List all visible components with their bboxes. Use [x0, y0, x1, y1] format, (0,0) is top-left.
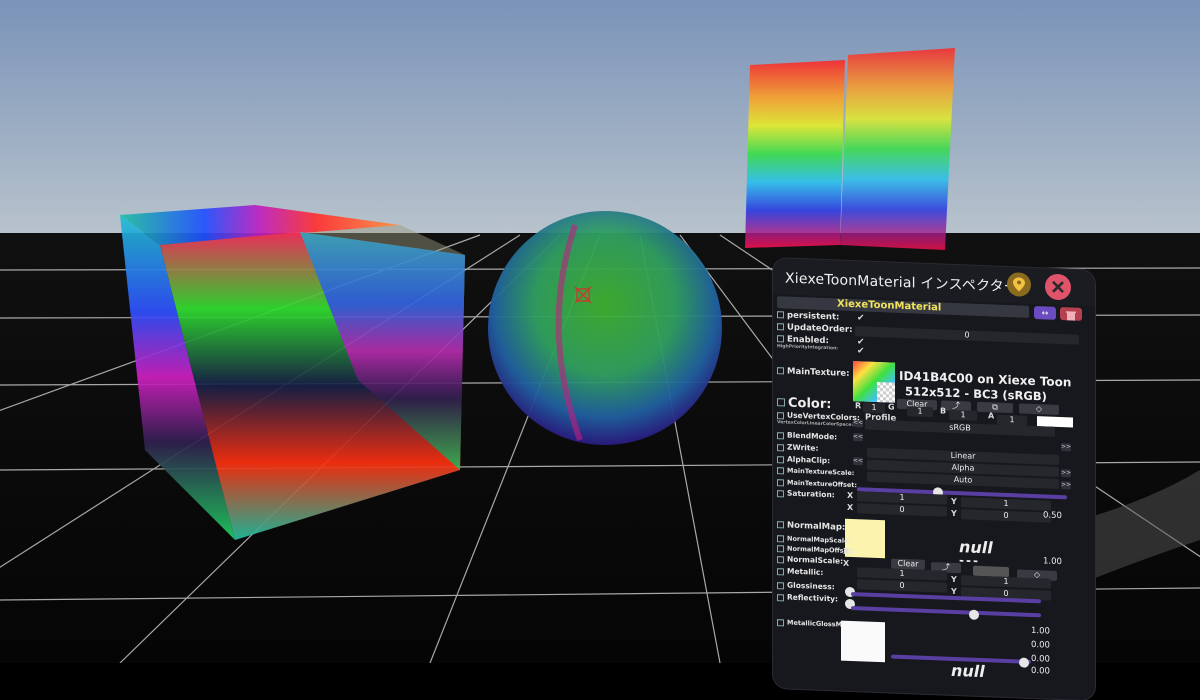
sky — [0, 0, 1200, 235]
reflectivity-slider-knob[interactable] — [969, 609, 979, 620]
main-texture-offset-label: MainTextureOffset: — [777, 478, 857, 489]
scale-x-axis-label: X — [847, 490, 854, 501]
rainbow-sphere[interactable] — [488, 211, 722, 445]
blend-mode-next-arrow[interactable]: >> — [1061, 443, 1071, 452]
metallic-value: 1.00 — [1031, 625, 1050, 637]
g-channel-label: G — [888, 402, 895, 412]
trash-icon[interactable] — [1060, 307, 1082, 321]
glossiness-value: 0.00 — [1031, 639, 1050, 651]
b-channel-label: B — [940, 406, 947, 416]
scale-y-axis-label: Y — [951, 496, 957, 507]
texture-paste-button[interactable]: ◇ — [1019, 403, 1059, 415]
pin-icon[interactable] — [1007, 271, 1031, 297]
glossiness-label: Glossiness: — [777, 580, 835, 591]
metallic-gloss-map-thumbnail[interactable] — [841, 620, 885, 663]
offset-x-axis-label: X — [847, 502, 854, 513]
offset-y-field[interactable]: 0 — [961, 509, 1051, 523]
high-priority-checkbox[interactable]: ✔ — [857, 346, 865, 356]
close-icon[interactable] — [1045, 273, 1071, 301]
center-cursor-icon — [574, 286, 592, 304]
main-texture-scale-label: MainTextureScale: — [777, 466, 854, 477]
metallic-label: Metallic: — [777, 566, 823, 577]
main-texture-label: MainTexture: — [777, 366, 850, 379]
normal-map-label: NormalMap: — [777, 520, 845, 533]
reflectivity-label: Reflectivity: — [777, 592, 838, 603]
extra-slider-value: 0.00 — [1031, 665, 1050, 677]
texture-copy-button[interactable]: ⧉ — [977, 401, 1013, 414]
saturation-value: 0.50 — [1043, 510, 1062, 522]
metallic-gloss-map-null: null — [951, 660, 985, 682]
offset-x-field[interactable]: 0 — [857, 503, 947, 517]
blend-mode-prev-arrow[interactable]: << — [853, 433, 863, 442]
normal-map-scale-label: NormalMapScale: — [777, 534, 851, 545]
update-order-label: UpdateOrder: — [777, 322, 853, 335]
persistent-checkbox[interactable]: ✔ — [857, 313, 865, 323]
r-channel-label: R — [855, 401, 862, 411]
rainbow-quads[interactable] — [745, 48, 955, 250]
scale-x-field[interactable]: 1 — [857, 491, 947, 505]
nm-scale-x-axis-label: X — [843, 546, 850, 556]
main-texture-thumbnail[interactable] — [853, 361, 895, 403]
saturation-label: Saturation: — [777, 488, 835, 499]
move-icon[interactable]: ↔ — [1034, 306, 1056, 320]
z-write-label: ZWrite: — [777, 442, 819, 453]
component-name: XiexeToonMaterial — [837, 298, 942, 314]
high-priority-label: HighPriorityIntegration: — [777, 344, 839, 352]
alpha-clip-label: AlphaClip: — [777, 454, 830, 465]
reflectivity-value: 0.00 — [1031, 653, 1050, 665]
inspector-title: XiexeToonMaterial インスペクター — [785, 270, 1018, 296]
inspector-panel[interactable]: XiexeToonMaterial インスペクター XiexeToonMater… — [773, 258, 1095, 700]
offset-y-axis-label: Y — [951, 508, 957, 519]
alpha-clip-prev-arrow[interactable]: << — [853, 457, 863, 466]
persistent-label: persistent: — [777, 310, 839, 323]
blend-mode-label: BlendMode: — [777, 430, 837, 441]
